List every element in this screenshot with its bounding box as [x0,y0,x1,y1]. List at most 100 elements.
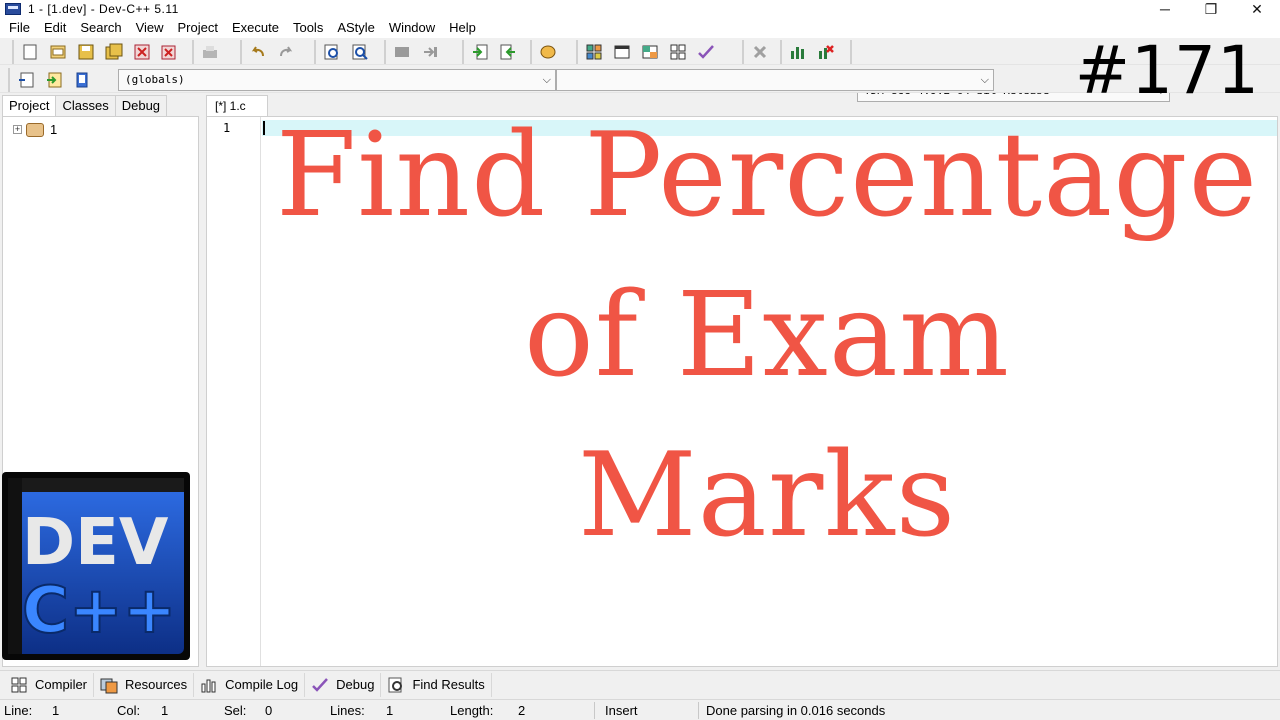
status-col-label: Col: [117,703,141,718]
tab-find-results-label: Find Results [412,677,485,692]
syntax-check-button[interactable] [694,41,718,63]
redo-icon [280,46,293,57]
minimize-button[interactable]: ─ [1142,0,1188,18]
toggle-bookmark-button[interactable] [42,69,66,91]
tab-compile-log-label: Compile Log [225,677,299,692]
close-file-icon [134,44,150,60]
menu-view[interactable]: View [129,18,171,38]
project-options-button[interactable] [536,41,560,63]
open-folder-icon [50,45,66,59]
tab-compile-log[interactable]: Compile Log [194,672,306,697]
tab-find-results[interactable]: Find Results [381,672,492,697]
save-button[interactable] [74,41,98,63]
editor-tab-1c[interactable]: [*] 1.c [206,95,268,117]
replace-button[interactable] [348,41,372,63]
rebuild-all-button[interactable] [666,41,690,63]
forward-icon [424,47,437,57]
add-to-project-button[interactable] [468,41,492,63]
chevron-down-icon: ⌵ [542,73,551,86]
tab-debug[interactable]: Debug [114,95,168,117]
member-select[interactable]: ⌵ [556,69,994,91]
tab-compiler[interactable]: Compiler [4,672,95,697]
print-button[interactable] [198,41,222,63]
menu-window[interactable]: Window [382,18,442,38]
goto-bookmark-button[interactable] [70,69,94,91]
tab-project[interactable]: Project [2,95,57,117]
devcpp-logo-graphic: DEV C++ [8,478,184,654]
profile-button[interactable] [786,41,810,63]
window-title: 1 - [1.dev] - Dev-C++ 5.11 [28,2,179,16]
restore-button[interactable]: ❐ [1188,0,1234,18]
project-toolbar-group [462,40,524,64]
menu-project[interactable]: Project [171,18,225,38]
status-separator [698,702,699,719]
video-title-overlay: Find Percentage of Exam Marks [262,96,1272,576]
bottom-panel-tabs: Compiler Resources Compile Log Debug Fin… [0,670,1280,698]
undo-toolbar-group [240,40,302,64]
menu-edit[interactable]: Edit [37,18,73,38]
status-message: Done parsing in 0.016 seconds [706,703,886,718]
bar-chart-icon [201,679,216,692]
goto-button[interactable] [390,41,414,63]
remove-file-icon [500,44,515,60]
goto-bookmark-icon [76,72,88,88]
logo-cpp-text: C++ [22,574,176,648]
save-all-button[interactable] [102,41,126,63]
status-sel-value: 0 [265,703,273,718]
menu-execute[interactable]: Execute [225,18,286,38]
close-all-button[interactable] [158,41,182,63]
menu-astyle[interactable]: AStyle [330,18,382,38]
menu-tools[interactable]: Tools [286,18,330,38]
stop-x-icon [753,45,767,59]
close-file-button[interactable] [130,41,154,63]
menu-help[interactable]: Help [442,18,483,38]
compile-toolbar-group-a [384,40,446,64]
undo-button[interactable] [246,41,270,63]
open-button[interactable] [46,41,70,63]
project-options-icon [540,45,556,59]
find-icon [388,677,403,692]
bar-chart-icon [791,47,804,59]
tab-debug-output[interactable]: Debug [305,672,382,697]
compile-run-button[interactable] [638,41,662,63]
file-toolbar-group [12,40,186,64]
expand-icon[interactable]: + [13,125,22,134]
project-tree-item[interactable]: + 1 [13,122,57,137]
new-file-button[interactable] [18,41,42,63]
status-line-label: Line: [4,703,33,718]
forward-button[interactable] [418,41,442,63]
tab-resources[interactable]: Resources [94,672,195,697]
find-button[interactable] [320,41,344,63]
remove-from-project-button[interactable] [496,41,520,63]
close-all-icon [161,45,176,60]
compile-button[interactable] [582,41,606,63]
status-col-value: 1 [161,703,169,718]
status-line-value: 1 [52,703,60,718]
chevron-down-icon: ⌵ [980,73,989,86]
tab-classes[interactable]: Classes [55,95,116,117]
print-toolbar-group [192,40,226,64]
run-button[interactable] [610,41,634,63]
line-number: 1 [223,121,231,135]
delete-profile-button[interactable] [814,41,838,63]
profile-toolbar-group [780,40,842,64]
tab-compiler-label: Compiler [35,677,88,692]
status-lines-label: Lines: [330,703,365,718]
compiler-toolbar-group [850,40,856,64]
close-button[interactable]: ✕ [1234,0,1280,18]
bookmark-icon [47,72,62,88]
redo-button[interactable] [274,41,298,63]
stop-button[interactable] [748,41,772,63]
insert-button[interactable] [14,69,38,91]
add-file-icon [473,44,488,60]
menu-file[interactable]: File [2,18,37,38]
checkmark-icon [312,677,329,692]
status-mode: Insert [605,703,638,718]
scope-select[interactable]: (globals) ⌵ [118,69,556,91]
left-panel-tabs: Project Classes Debug [2,95,168,117]
checkmark-icon [698,45,714,59]
title-bar: 1 - [1.dev] - Dev-C++ 5.11 ─ ❐ ✕ [0,0,1280,18]
resources-icon [100,678,118,693]
menu-search[interactable]: Search [73,18,128,38]
status-sel-label: Sel: [224,703,247,718]
